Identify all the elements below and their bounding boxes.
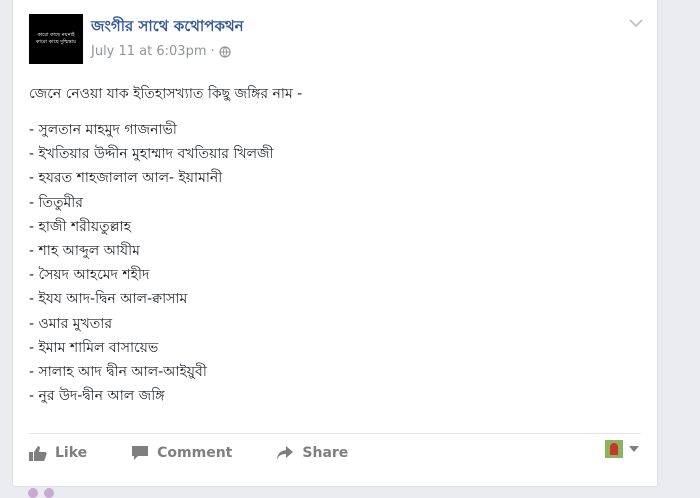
list-item: - সালাহ আদ দ্বীন আল-আইয়ুবী [29, 364, 207, 381]
avatar-line: কারো কাছে দুশ্চিন্তায় [35, 39, 77, 45]
reaction-dot [28, 488, 38, 498]
list-item: - ইযয আদ-দ্বিন আল-ক্বাসাম [29, 291, 188, 308]
list-item: - ইখতিয়ার উদ্দীন মুহাম্মাদ বখতিয়ার খিল… [29, 146, 274, 163]
globe-icon[interactable] [219, 45, 231, 58]
viewer-selector[interactable] [605, 440, 639, 458]
action-divider [29, 433, 641, 434]
viewer-avatar [605, 440, 623, 458]
post-card: কারো কাছে নয়নাই কারো কাছে দুশ্চিন্তায় … [12, 0, 658, 487]
comment-label: Comment [157, 445, 233, 461]
comment-icon [132, 446, 149, 460]
next-post-preview [28, 488, 54, 498]
action-bar: Like Comment Share [29, 442, 392, 464]
caret-down-icon [629, 446, 639, 452]
share-button[interactable]: Share [276, 445, 348, 461]
share-label: Share [302, 445, 349, 461]
list-item: - ওমার মুখতার [29, 315, 113, 332]
chevron-down-icon[interactable] [629, 18, 643, 28]
page-name-link[interactable]: জংগীর সাথে কথোপকথন [91, 15, 244, 40]
list-item: - সুলতান মাহমুদ গাজনাভী [29, 122, 177, 138]
list-item: - ইমাম শামিল বাসায়েভ [29, 339, 159, 356]
list-item: - হযরত শাহজালাল আল- ইয়ামানী [29, 170, 223, 187]
list-item: - হাজী শরীয়তুল্লাহ [29, 218, 132, 235]
like-button[interactable]: Like [29, 445, 87, 461]
meta-separator: · [210, 44, 215, 59]
like-label: Like [55, 445, 88, 461]
list-item: - তিতুমীর [29, 194, 83, 211]
like-icon [29, 446, 47, 461]
comment-button[interactable]: Comment [131, 445, 232, 461]
post-timestamp[interactable]: July 11 at 6:03pm [91, 44, 207, 59]
share-icon [277, 446, 294, 460]
avatar-line: কারো কাছে নয়নাই [37, 32, 75, 38]
list-item: - শাহ আব্দুল আযীম [29, 243, 140, 260]
post-intro: জেনে নেওয়া যাক ইতিহাসখ্যাত কিছু জঙ্গির … [29, 86, 303, 102]
post-meta: July 11 at 6:03pm · [91, 44, 231, 59]
list-item: - নুর উদ-দ্বীন আল জঙ্গি [29, 388, 165, 405]
post-body: জেনে নেওয়া যাক ইতিহাসখ্যাত কিছু জঙ্গির … [29, 84, 641, 408]
page-avatar[interactable]: কারো কাছে নয়নাই কারো কাছে দুশ্চিন্তায় [29, 14, 83, 64]
name-list: - সুলতান মাহমুদ গাজনাভী - ইখতিয়ার উদ্দী… [29, 118, 641, 408]
reaction-dot [44, 488, 54, 498]
list-item: - সৈয়দ আহমেদ শহীদ [29, 267, 150, 284]
